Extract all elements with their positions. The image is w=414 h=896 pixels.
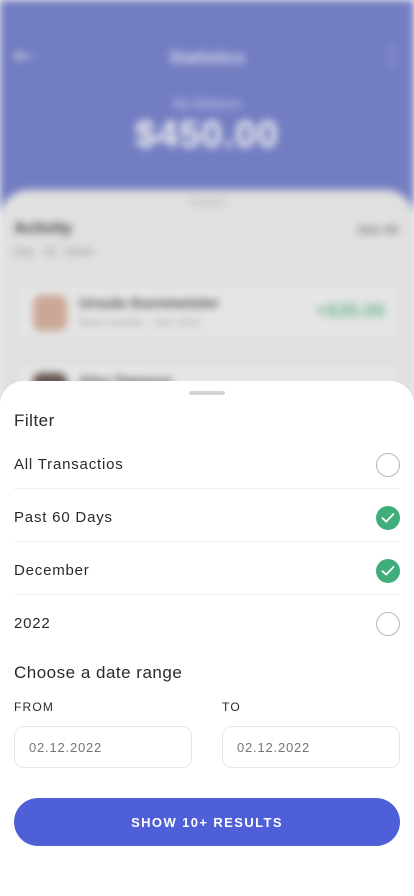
filter-option-past-60-days[interactable]: Past 60 Days <box>14 489 400 542</box>
check-circle-icon[interactable] <box>376 506 400 530</box>
sheet-drag-handle[interactable] <box>189 391 225 395</box>
option-label: Past 60 Days <box>14 509 113 526</box>
filter-option-2022[interactable]: 2022 <box>14 595 400 648</box>
option-label: All Transactios <box>14 456 124 473</box>
from-label: FROM <box>14 700 55 714</box>
option-label: December <box>14 562 90 579</box>
filter-option-all-transactions[interactable]: All Transactios <box>14 436 400 489</box>
show-results-button[interactable]: SHOW 10+ RESULTS <box>14 798 400 846</box>
to-date-input[interactable] <box>222 726 400 768</box>
radio-unchecked-icon[interactable] <box>376 612 400 636</box>
check-circle-icon[interactable] <box>376 559 400 583</box>
option-label: 2022 <box>14 615 51 632</box>
date-range-title: Choose a date range <box>14 663 183 682</box>
radio-unchecked-icon[interactable] <box>376 453 400 477</box>
from-date-input[interactable] <box>14 726 192 768</box>
to-label: TO <box>222 700 241 714</box>
filter-option-december[interactable]: December <box>14 542 400 595</box>
filter-title: Filter <box>14 411 55 430</box>
filter-sheet: Filter All Transactios Past 60 Days Dece… <box>0 381 414 896</box>
